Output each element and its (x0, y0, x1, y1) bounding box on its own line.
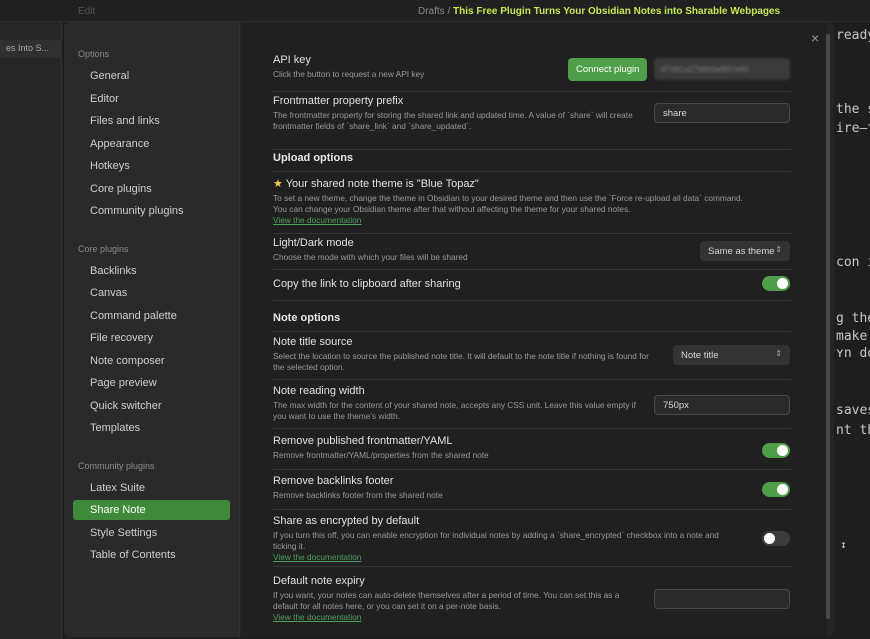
sidebar-item-canvas[interactable]: Canvas (73, 283, 230, 303)
setting-copy-link: Copy the link to clipboard after sharing (273, 272, 791, 301)
editor-text: con in (836, 255, 870, 270)
setting-name: Copy the link to clipboard after sharing (273, 278, 461, 290)
toggle-knob (777, 484, 788, 495)
sidebar-item-command-palette[interactable]: Command palette (73, 306, 230, 326)
expiry-documentation-link[interactable]: View the documentation (273, 612, 791, 623)
breadcrumb-folder[interactable]: Drafts / (418, 6, 450, 17)
sidebar-item-style-settings[interactable]: Style Settings (73, 523, 230, 543)
chevron-up-down-icon: ⇕ (775, 349, 782, 358)
setting-remove-frontmatter: Remove published frontmatter/YAML Remove… (273, 435, 791, 470)
encrypted-documentation-link[interactable]: View the documentation (273, 552, 791, 563)
mode-select[interactable]: Same as theme ⇕ (700, 241, 790, 261)
sidebar-item-community-plugins[interactable]: Community plugins (73, 201, 230, 221)
options-group-header: Options (78, 49, 110, 59)
editor-text: nt ther (836, 423, 870, 438)
sidebar-item-backlinks[interactable]: Backlinks (73, 261, 230, 281)
file-explorer (0, 22, 62, 639)
title-source-select[interactable]: Note title ⇕ (673, 345, 790, 365)
sidebar-item-file-recovery[interactable]: File recovery (73, 328, 230, 348)
setting-desc: Select the location to source the publis… (273, 351, 649, 372)
settings-sidebar: Options General Editor Files and links A… (64, 22, 240, 637)
toggle-knob (764, 533, 775, 544)
mode-select-value: Same as theme (708, 246, 775, 257)
note-options-heading: Note options (273, 312, 791, 332)
sidebar-item-quick-switcher[interactable]: Quick switcher (73, 396, 230, 416)
editor-text: g the l (836, 311, 870, 326)
breadcrumb-title[interactable]: This Free Plugin Turns Your Obsidian Not… (453, 6, 780, 17)
setting-desc: The frontmatter property for storing the… (273, 110, 633, 131)
close-icon[interactable]: × (811, 30, 819, 46)
settings-modal: Options General Editor Files and links A… (64, 22, 834, 637)
setting-name: Share as encrypted by default (273, 515, 420, 527)
sidebar-item-appearance[interactable]: Appearance (73, 134, 230, 154)
editor-text: ready, (836, 28, 870, 43)
core-group-header: Core plugins (78, 244, 129, 254)
sidebar-item-editor[interactable]: Editor (73, 89, 230, 109)
settings-content: API key Click the button to request a ne… (241, 22, 830, 637)
sidebar-item-share-note[interactable]: Share Note (73, 500, 230, 520)
sidebar-item-files-and-links[interactable]: Files and links (73, 111, 230, 131)
toggle-knob (777, 278, 788, 289)
resize-icon[interactable]: ↕ (840, 538, 847, 551)
breadcrumb: Drafts / This Free Plugin Turns Your Obs… (418, 6, 780, 17)
community-group-header: Community plugins (78, 461, 155, 471)
setting-encrypted: Share as encrypted by default If you tur… (273, 515, 791, 567)
setting-name: Default note expiry (273, 575, 365, 587)
editor-header: Edit Drafts / This Free Plugin Turns You… (0, 0, 870, 22)
setting-desc: The max width for the content of your sh… (273, 400, 636, 421)
remove-backlinks-toggle[interactable] (762, 482, 790, 497)
expiry-input[interactable] (654, 589, 790, 609)
upload-options-heading: Upload options (273, 152, 791, 172)
chevron-up-down-icon: ⇕ (775, 245, 782, 254)
editor-text: make (836, 329, 868, 344)
theme-documentation-link[interactable]: View the documentation (273, 215, 791, 226)
setting-remove-backlinks: Remove backlinks footer Remove backlinks… (273, 475, 791, 510)
setting-name: ★ Your shared note theme is "Blue Topaz" (273, 177, 791, 190)
editor-text: ire—th (836, 121, 870, 136)
sidebar-item-table-of-contents[interactable]: Table of Contents (73, 545, 230, 565)
editor-text: the s (836, 102, 870, 117)
sidebar-item-note-composer[interactable]: Note composer (73, 351, 230, 371)
theme-name: Your shared note theme is "Blue Topaz" (285, 178, 479, 190)
reading-width-input[interactable]: 750px (654, 395, 790, 415)
sidebar-item-templates[interactable]: Templates (73, 418, 230, 438)
frontmatter-prefix-input[interactable]: share (654, 103, 790, 123)
encrypted-toggle[interactable] (762, 531, 790, 546)
file-tab[interactable]: es Into S... (0, 40, 62, 58)
sidebar-item-hotkeys[interactable]: Hotkeys (73, 156, 230, 176)
editor-text: saves (836, 403, 870, 418)
setting-theme: ★ Your shared note theme is "Blue Topaz"… (273, 177, 791, 234)
setting-name: Remove backlinks footer (273, 475, 394, 487)
setting-desc: Remove frontmatter/YAML/properties from … (273, 450, 489, 460)
title-source-value: Note title (681, 350, 719, 361)
star-icon: ★ (273, 178, 283, 190)
setting-desc: To set a new theme, change the theme in … (273, 193, 743, 214)
sidebar-item-general[interactable]: General (73, 66, 230, 86)
connect-plugin-button[interactable]: Connect plugin (568, 58, 648, 81)
remove-frontmatter-toggle[interactable] (762, 443, 790, 458)
setting-desc: If you want, your notes can auto-delete … (273, 590, 620, 611)
editor-text: ʏn don (836, 346, 870, 361)
sidebar-item-latex-suite[interactable]: Latex Suite (73, 478, 230, 498)
copy-link-toggle[interactable] (762, 276, 790, 291)
setting-desc: Remove backlinks footer from the shared … (273, 490, 443, 500)
settings-scrollbar[interactable] (826, 34, 830, 619)
toggle-knob (777, 445, 788, 456)
edit-label: Edit (78, 6, 96, 17)
sidebar-item-core-plugins[interactable]: Core plugins (73, 179, 230, 199)
setting-name: Remove published frontmatter/YAML (273, 435, 453, 447)
api-key-field[interactable]: 4f7d91a27b8b0e8f07e65 (654, 58, 790, 80)
setting-desc: If you turn this off, you can enable enc… (273, 530, 719, 551)
sidebar-item-page-preview[interactable]: Page preview (73, 373, 230, 393)
